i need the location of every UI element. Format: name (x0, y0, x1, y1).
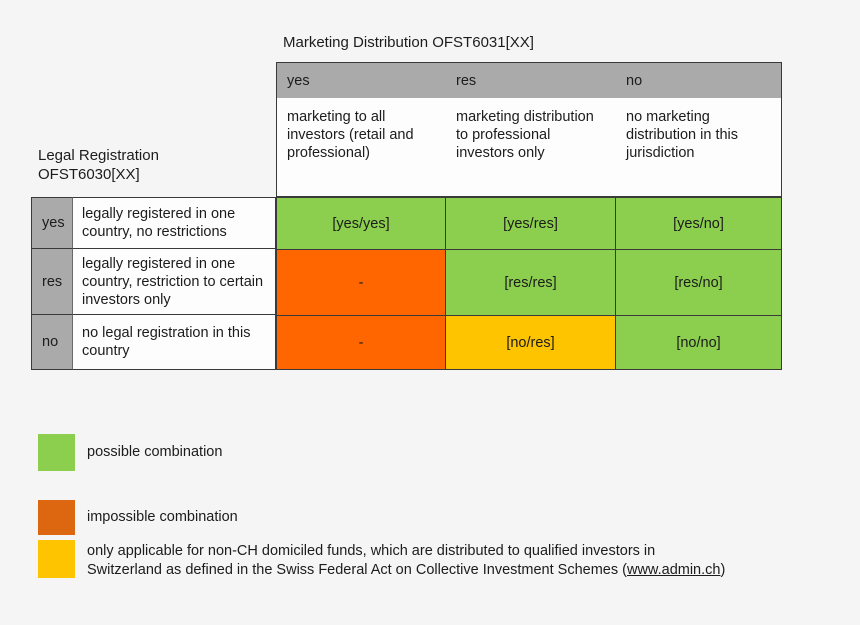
matrix-cell-no-no: [no/no] (616, 315, 782, 370)
row-header-key-no: no (31, 315, 73, 370)
matrix-cell-no-res: [no/res] (446, 315, 616, 370)
column-header-key-yes: yes (276, 62, 446, 98)
row-header-key-res: res (31, 249, 73, 315)
matrix-cell-res-yes: - (276, 249, 446, 315)
combination-matrix: yes res no marketing to all investors (r… (31, 62, 782, 370)
column-header-key-no: no (616, 62, 782, 98)
matrix-cell-res-res: [res/res] (446, 249, 616, 315)
matrix-cell-yes-no: [yes/no] (616, 197, 782, 249)
matrix-corner-spacer-desc (73, 62, 276, 98)
legend-conditional-text: only applicable for non-CH domiciled fun… (87, 543, 656, 578)
matrix-corner-spacer-key (31, 62, 73, 98)
matrix-cell-no-yes: - (276, 315, 446, 370)
matrix-corner-spacer-desc-2 (73, 98, 276, 197)
legend-conditional-suffix: ) (720, 562, 726, 578)
row-description-yes: legally registered in one country, no re… (73, 197, 276, 249)
matrix-corner-spacer-key-2 (31, 98, 73, 197)
column-description-res: marketing distribution to professional i… (446, 98, 616, 197)
row-header-key-yes: yes (31, 197, 73, 249)
matrix-cell-yes-res: [yes/res] (446, 197, 616, 249)
legend-item-conditional: only applicable for non-CH domiciled fun… (38, 540, 725, 580)
legend-label-possible: possible combination (87, 444, 223, 460)
admin-ch-link[interactable]: www.admin.ch (627, 562, 720, 578)
legend-swatch-green (38, 434, 75, 471)
legend-label-conditional: only applicable for non-CH domiciled fun… (87, 540, 725, 580)
legend-item-possible: possible combination (38, 434, 222, 471)
column-description-no: no marketing distribution in this jurisd… (616, 98, 782, 197)
column-description-yes: marketing to all investors (retail and p… (276, 98, 446, 197)
row-description-res: legally registered in one country, restr… (73, 249, 276, 315)
legend-swatch-yellow (38, 540, 75, 578)
legend-item-impossible: impossible combination (38, 500, 238, 535)
matrix-cell-yes-yes: [yes/yes] (276, 197, 446, 249)
column-group-title: Marketing Distribution OFST6031[XX] (283, 34, 534, 51)
matrix-page: Marketing Distribution OFST6031[XX] Lega… (0, 0, 860, 625)
legend-swatch-orange (38, 500, 75, 535)
row-description-no: no legal registration in this country (73, 315, 276, 370)
column-header-key-res: res (446, 62, 616, 98)
legend-label-impossible: impossible combination (87, 509, 238, 525)
matrix-cell-res-no: [res/no] (616, 249, 782, 315)
